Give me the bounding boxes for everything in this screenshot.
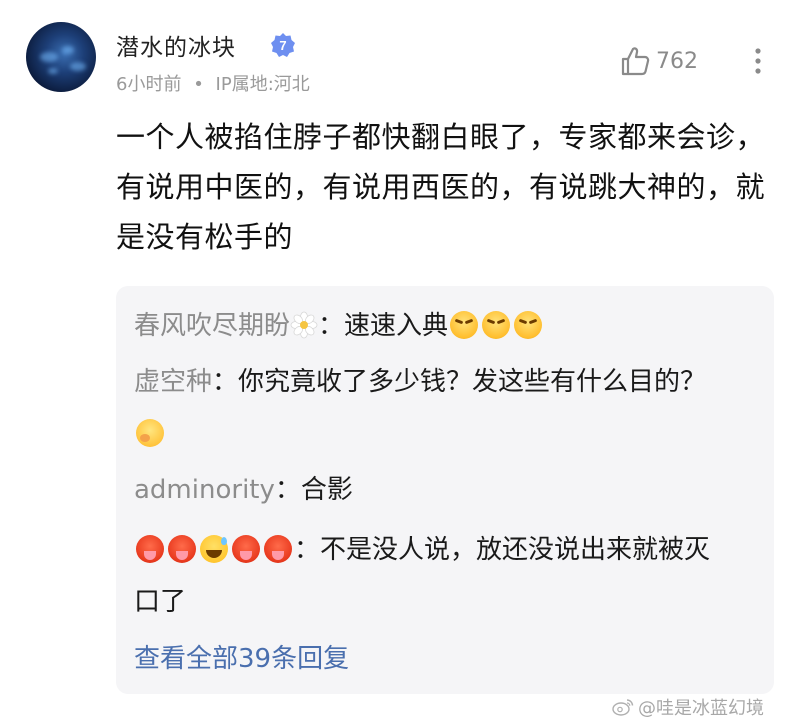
more-options-icon[interactable] [752,46,764,76]
reply-colon: ： [294,535,321,565]
reply-colon: ： [318,311,345,341]
level-badge-icon: 7 [271,33,295,57]
username[interactable]: 潜水的冰块 [116,28,236,62]
sweat-smile-emoji [200,535,228,563]
reply-text: 你究竟收了多少钱？发这些有什么目的？ [238,367,707,397]
view-all-replies-link[interactable]: 查看全部39条回复 [134,638,349,675]
reply-username[interactable]: adminority [134,475,275,505]
meta-separator: • [193,74,204,95]
avatar[interactable] [26,22,96,92]
hot-face-emoji [136,535,164,563]
reply-username[interactable]: 春风吹尽期盼 [134,311,290,341]
angry-emoji [482,311,511,339]
reply-colon: ： [274,475,301,505]
ip-location: IP属地:河北 [215,74,310,95]
watermark: @哇是冰蓝幻境 [612,694,764,720]
comment-text: 一个人被掐住脖子都快翻白眼了，专家都来会诊，有说用中医的，有说用西医的，有说跳大… [116,120,766,254]
post-meta: 6小时前 • IP属地:河北 [116,70,310,96]
weibo-icon [612,699,634,716]
angry-emoji [514,311,543,339]
hot-face-emoji [264,535,292,563]
reply-username[interactable]: 虚空种 [134,367,212,397]
hot-face-emoji [232,535,260,563]
angry-emoji [450,311,479,339]
reply-item: 虚空种：你究竟收了多少钱？发这些有什么目的？ [134,356,734,460]
hmm-emoji [136,419,164,447]
flower-icon [290,311,318,339]
like-button[interactable]: 762 [618,44,698,78]
post-time: 6小时前 [116,74,182,95]
watermark-text: @哇是冰蓝幻境 [638,698,764,719]
reply-item: ：不是没人说，放还没说出来就被灭口了 [134,524,734,628]
reply-text: 合影 [300,475,353,505]
reply-item: adminority：合影 [134,464,734,516]
thumbs-up-icon [621,47,650,76]
level-badge-text: 7 [279,38,286,53]
replies-box: 春风吹尽期盼 ：速速入典 虚空种：你究竟收了多少钱？发这些有什么目的？ admi… [116,286,774,694]
like-count: 762 [656,48,698,74]
reply-item: 春风吹尽期盼 ：速速入典 [134,300,734,352]
reply-colon: ： [212,367,239,397]
hot-face-emoji [168,535,196,563]
reply-text: 速速入典 [344,311,449,341]
